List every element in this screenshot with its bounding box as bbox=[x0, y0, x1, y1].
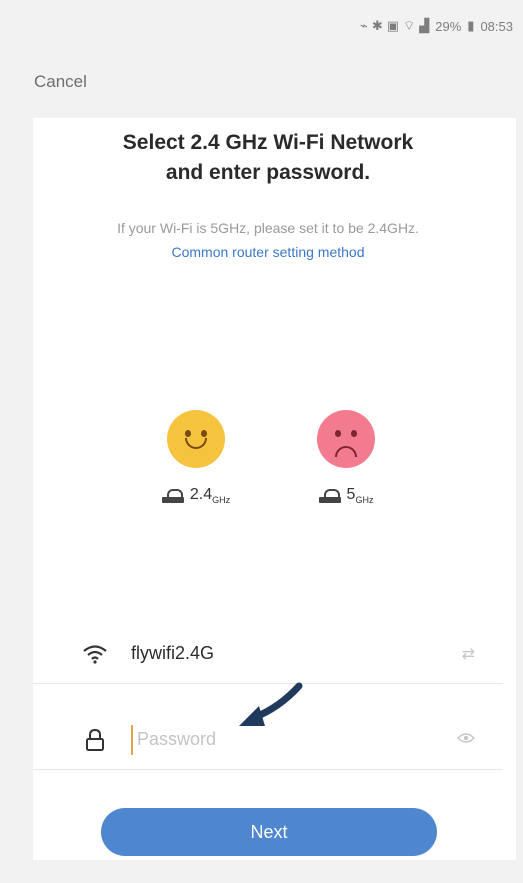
lock-icon bbox=[75, 728, 115, 751]
sad-face-icon bbox=[317, 410, 375, 468]
band-value: 2.4 bbox=[189, 486, 213, 503]
password-row bbox=[33, 710, 503, 770]
band-label-5: 5GHz bbox=[306, 486, 386, 505]
hint-text: If your Wi-Fi is 5GHz, please set it to … bbox=[93, 216, 443, 264]
password-input[interactable] bbox=[131, 724, 371, 755]
router-setting-link[interactable]: Common router setting method bbox=[172, 244, 365, 260]
band-unit: GHz bbox=[355, 495, 374, 506]
switch-network-icon[interactable]: ⇄ bbox=[462, 644, 475, 664]
wifi-icon bbox=[75, 644, 115, 664]
screen: ⌁ ✱ ▣ ⌔ ▟ 29% ▮ 08:53 Cancel Select 2.4 … bbox=[0, 0, 523, 883]
next-button[interactable]: Next bbox=[101, 808, 437, 856]
status-bar: ⌁ ✱ ▣ ⌔ ▟ 29% ▮ 08:53 bbox=[0, 0, 523, 52]
band-2-4ghz: 2.4GHz bbox=[156, 410, 236, 505]
wifi-network-row[interactable]: flywifi2.4G ⇄ bbox=[33, 624, 503, 684]
title-line-2: and enter password. bbox=[165, 161, 371, 184]
router-icon bbox=[161, 488, 184, 503]
band-unit: GHz bbox=[212, 495, 231, 506]
happy-face-icon bbox=[167, 410, 225, 468]
battery-percent: 29% bbox=[435, 18, 462, 34]
hint-message: If your Wi-Fi is 5GHz, please set it to … bbox=[117, 220, 419, 236]
status-icons: ⌁ ✱ ▣ ⌔ ▟ bbox=[360, 18, 429, 34]
cancel-button[interactable]: Cancel bbox=[34, 72, 87, 92]
battery-icon: ▮ bbox=[467, 18, 475, 33]
vibrate-icon: ▣ bbox=[386, 18, 400, 33]
wifi-ssid: flywifi2.4G bbox=[131, 643, 215, 663]
nfc-icon: ⌁ bbox=[360, 18, 368, 33]
title-line-1: Select 2.4 GHz Wi-Fi Network bbox=[122, 131, 414, 154]
band-label-2-4: 2.4GHz bbox=[156, 486, 236, 505]
page-title: Select 2.4 GHz Wi-Fi Network and enter p… bbox=[33, 128, 503, 188]
clock: 08:53 bbox=[480, 18, 513, 34]
content-card: Select 2.4 GHz Wi-Fi Network and enter p… bbox=[33, 118, 516, 860]
bluetooth-icon: ✱ bbox=[371, 18, 383, 33]
signal-icon: ▟ bbox=[419, 18, 430, 33]
router-icon bbox=[318, 488, 341, 503]
eye-icon[interactable] bbox=[456, 731, 476, 749]
band-5ghz: 5GHz bbox=[306, 410, 386, 505]
wifi-status-icon: ⌔ bbox=[403, 18, 416, 33]
